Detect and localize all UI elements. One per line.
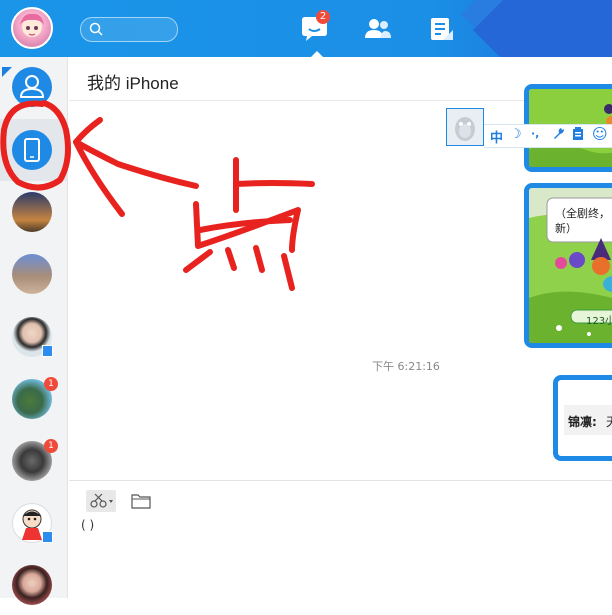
avatar: [12, 254, 52, 294]
contacts-circle: [12, 67, 52, 107]
char-stroke-2: [233, 180, 315, 187]
tool-strip: 中 ☽ ·, ☺: [484, 124, 612, 148]
corner-marker: [2, 67, 12, 77]
forward-label: 锦凛:: [568, 415, 597, 429]
char-stroke-3: [193, 201, 301, 253]
message-timestamp: 下午 6:21:16: [372, 360, 440, 373]
sidebar-item-my-iphone[interactable]: [0, 119, 68, 181]
hover-toolbar: 中 ☽ ·, ☺: [446, 108, 612, 148]
iphone-circle: [12, 130, 52, 170]
char-dot-1: [183, 249, 213, 273]
send-file-button[interactable]: [131, 492, 151, 514]
message-input[interactable]: ( ): [81, 518, 94, 532]
messages-tab[interactable]: 2: [300, 10, 330, 44]
wrench-icon-svg: [554, 128, 564, 139]
page-title: 我的 iPhone: [87, 74, 179, 93]
punctuation-button[interactable]: ·,: [531, 127, 539, 140]
penguin-icon: [455, 117, 475, 141]
sidebar-item-chat-1[interactable]: [0, 181, 68, 243]
topbar-decoration-dark: [473, 0, 612, 57]
char-dot-2: [225, 247, 237, 271]
sidebar-item-chat-6[interactable]: [0, 491, 68, 553]
messages-badge: 2: [316, 10, 330, 24]
char-stroke-4: [197, 217, 293, 233]
document-icon: [431, 18, 453, 40]
user-avatar[interactable]: [11, 7, 53, 49]
avatar-image: [20, 13, 44, 37]
arrow-head: [73, 117, 125, 217]
avatar: [12, 565, 52, 605]
screenshot-button[interactable]: [86, 490, 116, 512]
arrow-shaft: [73, 139, 199, 189]
active-tab-caret: [311, 51, 323, 57]
image-message-2[interactable]: （全剧终， 新） 123小: [524, 183, 612, 348]
smile-icon[interactable]: ☺: [592, 125, 608, 143]
sidebar-item-chat-4[interactable]: 1: [0, 367, 68, 429]
conversation-sidebar: 1 1: [0, 57, 68, 605]
char-dot-3: [253, 245, 265, 273]
moon-icon[interactable]: ☽: [510, 127, 522, 142]
unread-badge: 1: [44, 377, 58, 391]
sidebar-item-chat-2[interactable]: [0, 243, 68, 305]
phone-online-icon: [42, 345, 53, 357]
wrench-icon[interactable]: [552, 127, 565, 144]
contacts-icon: [365, 19, 391, 38]
default-avatar[interactable]: [446, 108, 484, 146]
phone-online-icon: [42, 531, 53, 543]
sidebar-item-contacts[interactable]: [0, 57, 68, 119]
apps-tab[interactable]: [428, 16, 458, 44]
card-caption: 123小: [586, 316, 612, 327]
forward-text: 天: [606, 413, 612, 430]
search-icon: [89, 22, 103, 36]
char-dot-4: [281, 253, 295, 291]
sidebar-item-chat-3[interactable]: [0, 305, 68, 367]
input-divider: [69, 480, 612, 481]
person-outline-icon: [19, 75, 45, 98]
avatar: [12, 192, 52, 232]
unread-badge: 1: [44, 439, 58, 453]
chinese-input-button[interactable]: 中: [490, 127, 503, 146]
search-input[interactable]: [80, 17, 178, 42]
clipboard-icon[interactable]: [572, 127, 584, 145]
folder-icon: [131, 494, 151, 509]
sidebar-item-chat-5[interactable]: 1: [0, 429, 68, 491]
sidebar-item-chat-7[interactable]: [0, 553, 68, 615]
tablet-icon: [24, 138, 40, 162]
forwarded-message[interactable]: 锦凛: 天: [553, 375, 612, 461]
scissors-icon: [90, 493, 113, 508]
contacts-tab[interactable]: [363, 16, 393, 44]
forward-card: 锦凛: 天: [564, 405, 612, 435]
card-text: （全剧终， 新）: [555, 207, 610, 235]
clipboard-icon-svg: [573, 127, 583, 140]
